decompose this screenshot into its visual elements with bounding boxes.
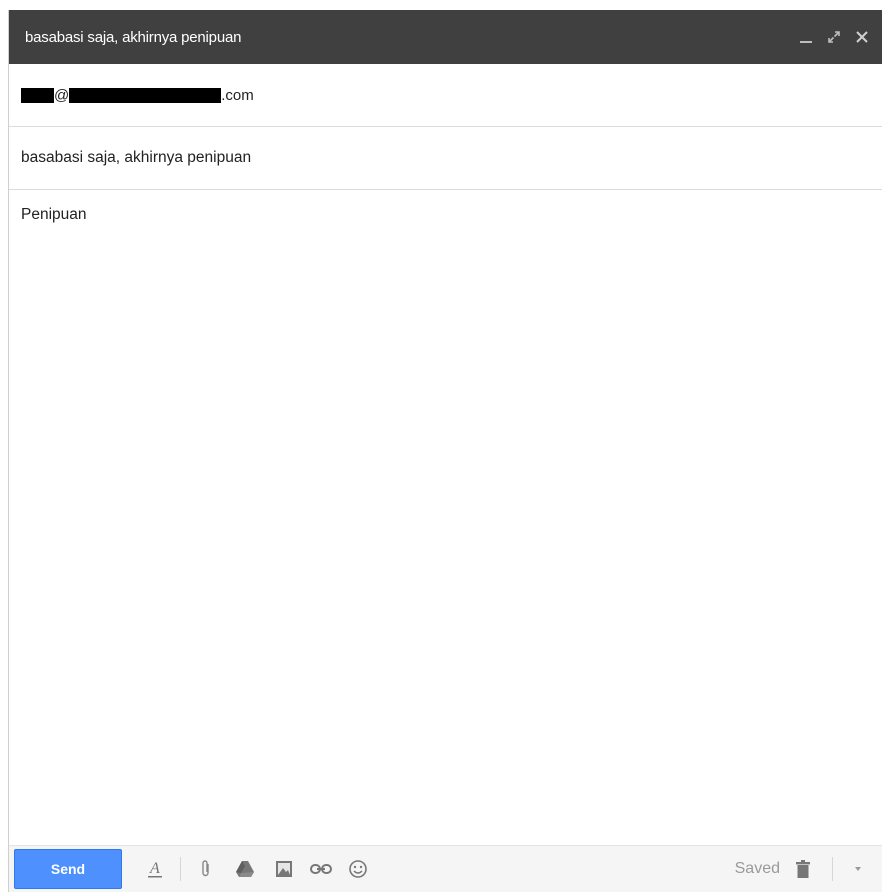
formatting-icon[interactable]: A (144, 858, 166, 880)
close-icon[interactable] (855, 30, 869, 44)
compose-window: basabasi saja, akhirnya penipuan @ .com (8, 10, 882, 892)
trash-icon[interactable] (792, 858, 814, 880)
message-body-text: Penipuan (21, 206, 87, 223)
compose-title: basabasi saja, akhirnya penipuan (25, 28, 242, 46)
expand-icon[interactable] (827, 30, 841, 44)
email-domain-suffix: .com (221, 86, 254, 104)
compose-titlebar[interactable]: basabasi saja, akhirnya penipuan (9, 10, 882, 64)
toolbar-divider (180, 857, 181, 881)
email-at-sign: @ (54, 86, 70, 104)
compose-toolbar: Send A Saved (9, 845, 882, 892)
minimize-icon[interactable] (799, 30, 813, 44)
link-icon[interactable] (310, 858, 332, 880)
message-body-editor[interactable]: Penipuan (9, 190, 882, 845)
send-button[interactable]: Send (14, 849, 122, 889)
toolbar-divider (832, 857, 833, 881)
recipients-field[interactable]: @ .com (9, 64, 882, 127)
draft-status: Saved (734, 860, 780, 877)
redacted-email-domain (69, 87, 222, 103)
drive-icon[interactable] (234, 858, 256, 880)
redacted-email-name (21, 87, 54, 103)
subject-field[interactable]: basabasi saja, akhirnya penipuan (9, 127, 882, 190)
chevron-down-icon[interactable] (847, 858, 869, 880)
attach-icon[interactable] (195, 858, 217, 880)
window-controls (799, 30, 882, 44)
photo-icon[interactable] (273, 858, 295, 880)
subject-text: basabasi saja, akhirnya penipuan (21, 149, 252, 166)
emoji-icon[interactable] (347, 858, 369, 880)
svg-text:A: A (149, 860, 160, 877)
